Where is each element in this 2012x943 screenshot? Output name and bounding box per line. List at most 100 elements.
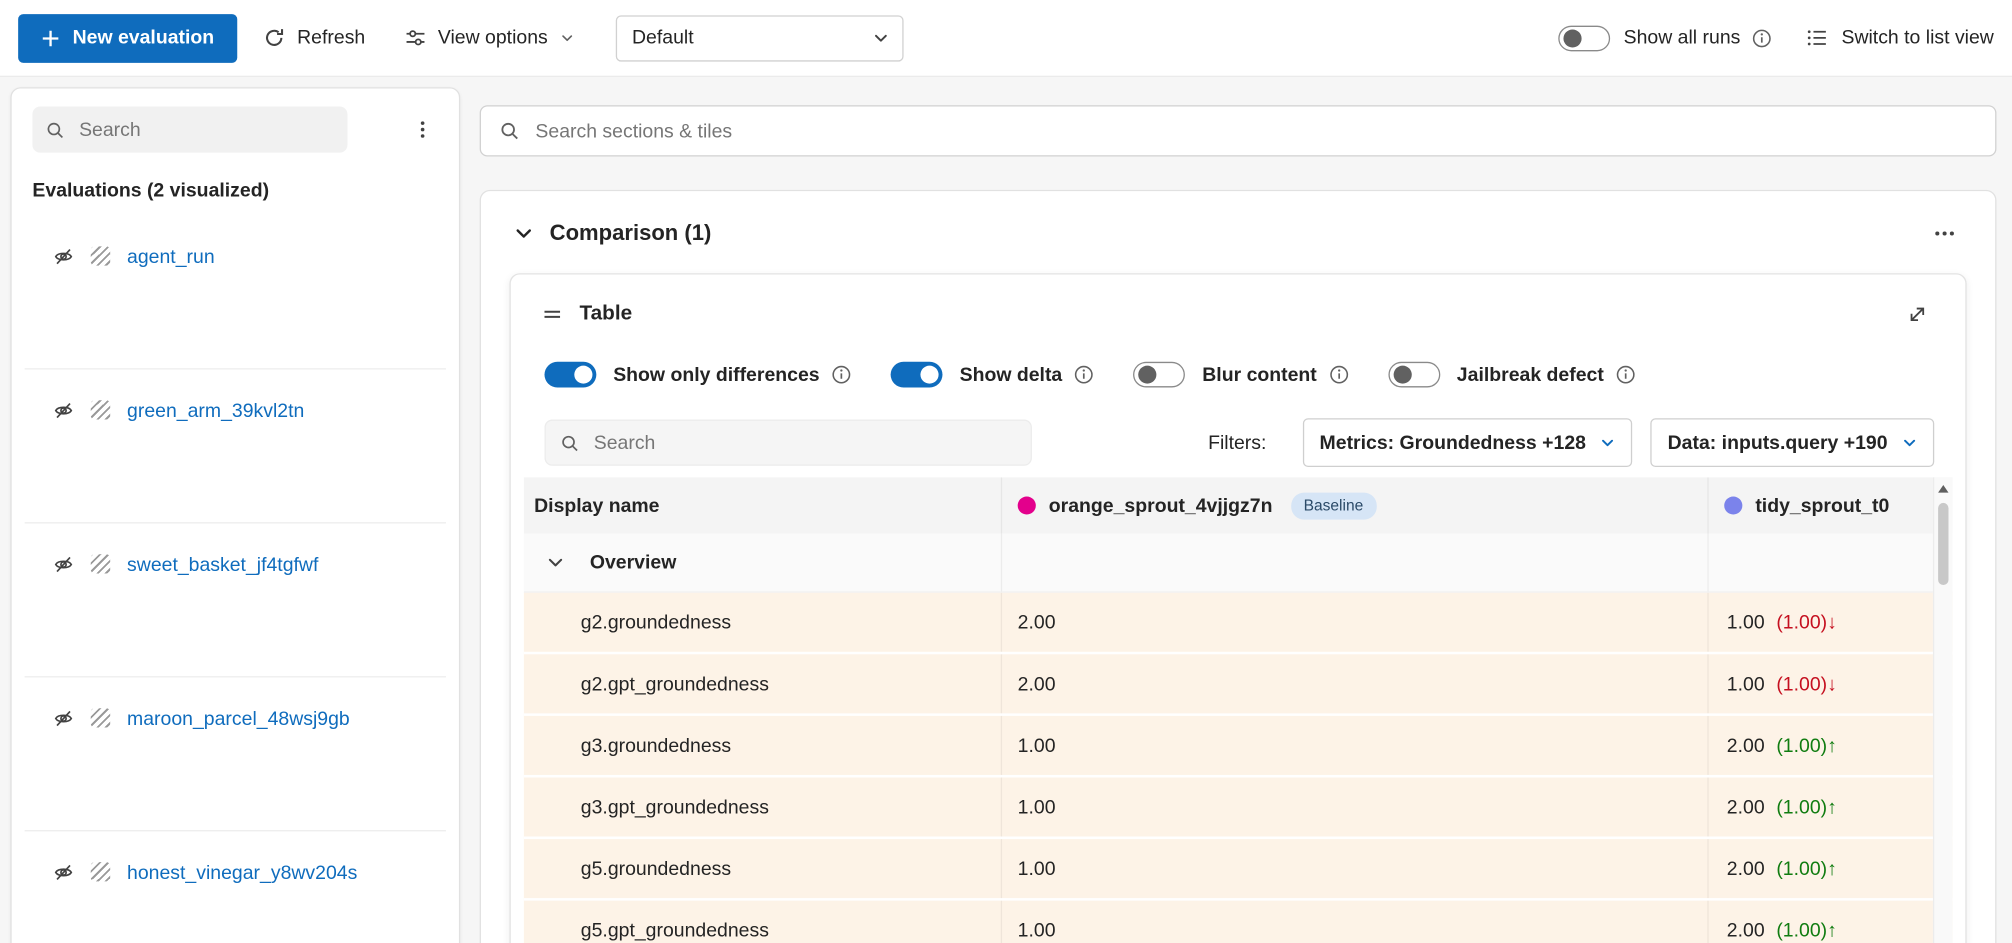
delta-value: (1.00)↓	[1776, 673, 1837, 695]
series-swatch-icon	[91, 862, 110, 881]
show-all-runs-toggle[interactable]	[1559, 25, 1611, 51]
info-icon[interactable]	[1328, 364, 1349, 385]
show-all-runs-label: Show all runs	[1624, 27, 1741, 49]
metric-value: 1.00	[1018, 919, 1056, 941]
metric-name-cell: g2.groundedness	[524, 611, 1001, 633]
preset-dropdown[interactable]: Default	[615, 15, 903, 61]
info-icon[interactable]	[1752, 28, 1773, 49]
metric-value: 1.00	[1727, 673, 1765, 695]
chevron-down-icon	[1902, 435, 1918, 450]
comparison-table: Display name orange_sprout_4vjjgz7n Base…	[524, 477, 1953, 943]
chevron-down-icon[interactable]	[515, 225, 533, 243]
toggle-knob	[1564, 29, 1582, 47]
sidebar-search-field[interactable]	[32, 106, 347, 152]
scroll-up-arrow-icon[interactable]	[1938, 485, 1948, 493]
table-row: g2.gpt_groundedness 2.00 1.00 (1.00)↓	[524, 654, 1953, 716]
search-icon	[499, 121, 520, 142]
baseline-badge: Baseline	[1291, 492, 1377, 519]
series-swatch-icon	[91, 708, 110, 727]
metric-value: 1.00	[1018, 858, 1056, 880]
delta-value: (1.00)↑	[1776, 796, 1837, 818]
eye-off-icon[interactable]	[53, 862, 74, 883]
toggle-group: Show delta	[891, 362, 1095, 388]
empty-cell	[1001, 534, 1708, 592]
eye-off-icon[interactable]	[53, 708, 74, 729]
baseline-run-name: orange_sprout_4vjjgz7n	[1049, 495, 1273, 517]
drag-handle-icon[interactable]	[542, 304, 563, 325]
show-only-differences-label: Show only differences	[613, 364, 819, 386]
search-icon	[45, 120, 64, 139]
blur-content-toggle[interactable]	[1134, 362, 1186, 388]
compare-value-cell: 2.00 (1.00)↑	[1707, 901, 1952, 943]
sections-search-field[interactable]	[480, 105, 1997, 156]
baseline-run-header: orange_sprout_4vjjgz7n Baseline	[1001, 477, 1708, 533]
scrollbar-thumb[interactable]	[1938, 503, 1948, 585]
metric-name-cell: g3.groundedness	[524, 735, 1001, 757]
overview-group-row[interactable]: Overview	[524, 534, 1953, 593]
compare-value-cell: 1.00 (1.00)↓	[1707, 654, 1952, 713]
table-scrollbar[interactable]	[1933, 477, 1952, 943]
toggle-group: Show only differences	[544, 362, 852, 388]
expand-icon[interactable]	[1903, 300, 1932, 328]
delta-value: (1.00)↑	[1776, 858, 1837, 880]
table-search-field[interactable]	[544, 420, 1031, 466]
compare-run-header: tidy_sprout_t0	[1707, 477, 1952, 533]
metrics-filter-dropdown[interactable]: Metrics: Groundedness +128	[1303, 418, 1633, 467]
chevron-down-icon	[872, 30, 889, 47]
chevron-down-icon	[1600, 435, 1616, 450]
run-color-dot	[1018, 497, 1036, 515]
metric-value: 2.00	[1018, 673, 1056, 695]
refresh-icon	[263, 27, 285, 49]
tile-header: Table	[511, 275, 1966, 331]
data-filter-dropdown[interactable]: Data: inputs.query +190	[1651, 418, 1934, 467]
compare-value-cell: 2.00 (1.00)↑	[1707, 777, 1952, 836]
more-options-button[interactable]	[1928, 217, 1962, 250]
table-row: g2.groundedness 2.00 1.00 (1.00)↓	[524, 593, 1953, 655]
search-filters-row: Filters: Metrics: Groundedness +128 Data…	[544, 418, 1934, 467]
refresh-button[interactable]: Refresh	[253, 19, 376, 56]
compare-value-cell: 2.00 (1.00)↑	[1707, 839, 1952, 898]
info-icon[interactable]	[1615, 364, 1636, 385]
compare-run-name: tidy_sprout_t0	[1755, 495, 1889, 517]
jailbreak-defect-toggle[interactable]	[1388, 362, 1440, 388]
overview-group-label: Overview	[590, 552, 676, 574]
info-icon[interactable]	[831, 364, 852, 385]
new-evaluation-button[interactable]: New evaluation	[18, 13, 237, 62]
eye-off-icon[interactable]	[53, 400, 74, 421]
evaluation-link[interactable]: green_arm_39kvl2tn	[127, 400, 304, 422]
evaluation-link[interactable]: sweet_basket_jf4tgfwf	[127, 554, 318, 576]
evaluation-link[interactable]: agent_run	[127, 246, 215, 268]
view-options-button[interactable]: View options	[394, 19, 584, 56]
search-icon	[560, 433, 579, 452]
list-item: agent_run	[25, 216, 446, 370]
switch-to-list-view-label: Switch to list view	[1841, 27, 1993, 49]
new-evaluation-label: New evaluation	[73, 27, 215, 49]
sidebar-menu-button[interactable]	[402, 109, 443, 150]
toggle-group: Blur content	[1134, 362, 1350, 388]
baseline-value-cell: 1.00	[1001, 777, 1708, 836]
delta-value: (1.00)↓	[1776, 611, 1837, 633]
metric-value: 2.00	[1727, 858, 1765, 880]
sections-search-input[interactable]	[533, 119, 1977, 143]
eye-off-icon[interactable]	[53, 554, 74, 575]
table-tile: Table Show only differences	[509, 273, 1966, 943]
table-search-input[interactable]	[591, 430, 1016, 454]
empty-cell	[1707, 534, 1952, 592]
eye-off-icon[interactable]	[53, 246, 74, 267]
display-name-header: Display name	[524, 495, 1001, 517]
delta-value: (1.00)↑	[1776, 919, 1837, 941]
sidebar-search-input[interactable]	[76, 117, 334, 141]
refresh-label: Refresh	[297, 27, 365, 49]
blur-content-label: Blur content	[1202, 364, 1317, 386]
options-sliders-icon	[404, 27, 426, 49]
evaluation-link[interactable]: honest_vinegar_y8wv204s	[127, 862, 357, 884]
table-header-row: Display name orange_sprout_4vjjgz7n Base…	[524, 477, 1953, 533]
info-icon[interactable]	[1074, 364, 1095, 385]
switch-to-list-view-button[interactable]: Switch to list view	[1806, 27, 1993, 49]
delta-value: (1.00)↑	[1776, 735, 1837, 757]
toggle-group: Jailbreak defect	[1388, 362, 1636, 388]
show-only-differences-toggle[interactable]	[544, 362, 596, 388]
toggle-knob	[1139, 366, 1157, 384]
show-delta-toggle[interactable]	[891, 362, 943, 388]
evaluation-link[interactable]: maroon_parcel_48wsj9gb	[127, 708, 350, 730]
